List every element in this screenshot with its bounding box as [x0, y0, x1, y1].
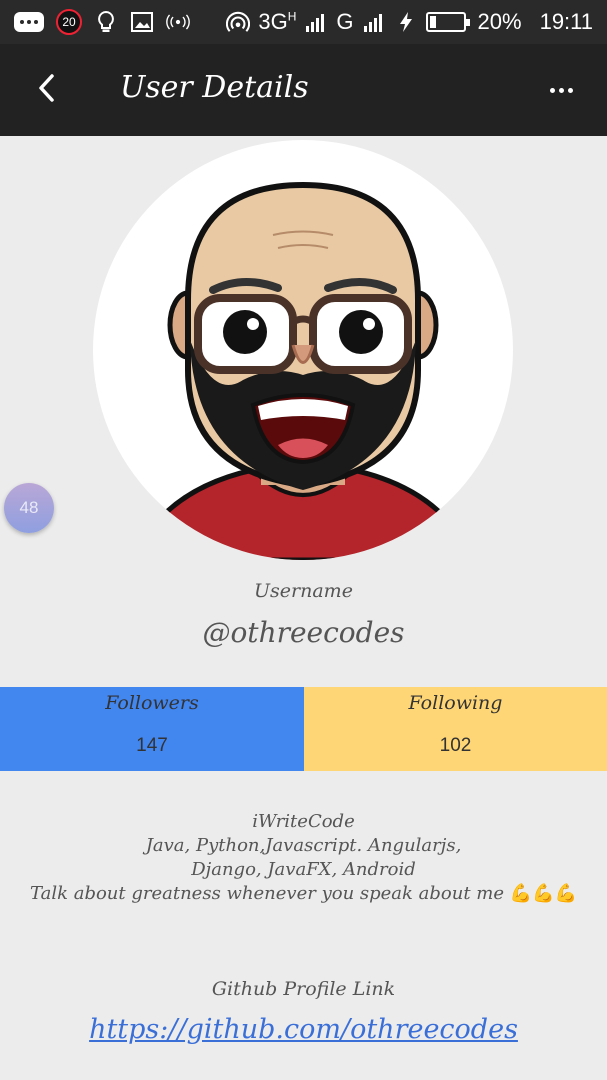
- battery-icon: [425, 12, 470, 32]
- network-3g-label: 3GH: [258, 9, 297, 34]
- status-bar: 20 3GH G 20% 19:11: [0, 0, 607, 44]
- github-profile-link[interactable]: https://github.com/othreecodes: [0, 1014, 607, 1045]
- chevron-left-icon: [37, 73, 55, 107]
- bio-line-4: Talk about greatness whenever you speak …: [0, 882, 607, 906]
- notification-count-badge: 20: [56, 9, 82, 35]
- chat-icon: [14, 12, 44, 32]
- signal-icon-2: [362, 10, 386, 34]
- floating-badge[interactable]: 48: [4, 483, 54, 533]
- image-icon: [130, 10, 154, 34]
- battery-fill: [429, 16, 436, 28]
- following-count: 102: [439, 735, 472, 756]
- bio-line-1: iWriteCode: [252, 811, 355, 832]
- hotspot-icon: [226, 10, 251, 34]
- bitmoji-avatar: [130, 181, 476, 560]
- bio: iWriteCode Java, Python,Javascript. Angu…: [0, 810, 607, 906]
- status-bar-left: 20: [14, 0, 190, 44]
- network-g-label: G: [336, 9, 354, 34]
- app-bar: User Details: [0, 44, 607, 136]
- status-bar-right: 3GH G 20% 19:11: [226, 0, 593, 44]
- broadcast-icon: [166, 10, 190, 34]
- username-value: @othreecodes: [202, 616, 405, 649]
- followers-count: 147: [136, 735, 168, 756]
- signal-icon: [304, 10, 328, 34]
- back-button[interactable]: [22, 66, 70, 114]
- stats-row: Followers 147 Following 102: [0, 687, 607, 771]
- more-options-button[interactable]: [537, 66, 585, 114]
- bulb-icon: [94, 10, 118, 34]
- followers-label: Followers: [105, 692, 199, 714]
- more-horizontal-icon: [549, 87, 555, 93]
- following-label: Following: [408, 692, 503, 714]
- charging-icon: [394, 10, 418, 34]
- battery-percent: 20%: [477, 9, 522, 34]
- flexed-biceps-emoji: 💪💪💪: [509, 883, 578, 904]
- page-title: User Details: [120, 70, 309, 105]
- bio-line-3: Django, JavaFX, Android: [191, 859, 416, 880]
- username-label: Username: [254, 580, 353, 602]
- following-stat[interactable]: Following 102: [304, 687, 607, 771]
- clock: 19:11: [539, 9, 593, 34]
- github-label: Github Profile Link: [211, 978, 396, 1000]
- bio-line-4-text: Talk about greatness whenever you speak …: [29, 883, 505, 904]
- avatar: [93, 140, 513, 560]
- network-3g-sup: H: [287, 9, 297, 24]
- followers-stat[interactable]: Followers 147: [0, 687, 304, 771]
- bio-line-2: Java, Python,Javascript. Angularjs,: [145, 835, 462, 856]
